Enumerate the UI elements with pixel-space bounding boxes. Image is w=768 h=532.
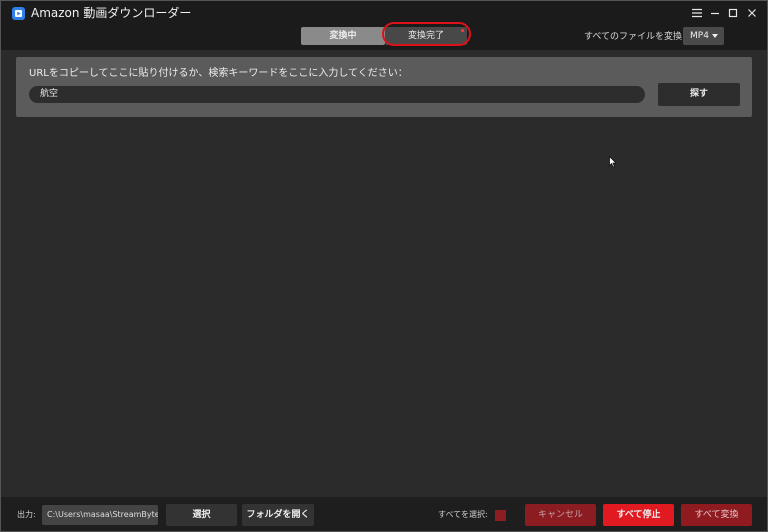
select-all-label: すべてを選択: bbox=[438, 510, 488, 519]
maximize-icon[interactable] bbox=[726, 6, 740, 20]
app-window: Amazon 動画ダウンローダー 変換中 変換完了 すべてのファイルを変換: M… bbox=[0, 0, 768, 532]
title-bar: Amazon 動画ダウンローダー bbox=[1, 1, 767, 26]
app-title: Amazon 動画ダウンローダー bbox=[31, 6, 192, 20]
output-label: 出力: bbox=[17, 510, 36, 519]
tab-completed[interactable]: 変換完了 bbox=[385, 27, 467, 45]
download-list-area bbox=[1, 50, 767, 497]
output-path-field[interactable]: C:\Users\masaa\StreamByte bbox=[42, 505, 158, 525]
search-button[interactable]: 探す bbox=[658, 83, 740, 106]
select-all-checkbox[interactable] bbox=[495, 510, 506, 521]
convert-all-button[interactable]: すべて変換 bbox=[681, 504, 752, 526]
search-input[interactable]: 航空 bbox=[29, 86, 645, 103]
close-icon[interactable] bbox=[745, 6, 759, 20]
mouse-cursor bbox=[609, 153, 617, 172]
select-folder-button[interactable]: 選択 bbox=[166, 504, 237, 526]
bottom-bar: 出力: C:\Users\masaa\StreamByte 選択 フォルダを開く… bbox=[1, 497, 767, 531]
search-prompt: URLをコピーしてここに貼り付けるか、検索キーワードをここに入力してください： bbox=[29, 68, 408, 79]
open-folder-button[interactable]: フォルダを開く bbox=[242, 504, 314, 526]
minimize-icon[interactable] bbox=[708, 6, 722, 20]
chevron-down-icon bbox=[712, 34, 718, 38]
format-value: MP4 bbox=[690, 31, 709, 41]
cancel-button[interactable]: キャンセル bbox=[525, 504, 596, 526]
app-icon bbox=[12, 7, 25, 20]
format-dropdown[interactable]: MP4 bbox=[683, 27, 724, 45]
stop-all-button[interactable]: すべて停止 bbox=[603, 504, 674, 526]
search-panel: URLをコピーしてここに貼り付けるか、検索キーワードをここに入力してください： … bbox=[16, 57, 752, 117]
menu-icon[interactable] bbox=[690, 6, 704, 20]
tab-converting[interactable]: 変換中 bbox=[301, 27, 385, 45]
notification-dot bbox=[461, 29, 464, 32]
toolbar: 変換中 変換完了 すべてのファイルを変換: MP4 bbox=[1, 22, 767, 50]
convert-all-files-label: すべてのファイルを変換: bbox=[584, 32, 686, 42]
